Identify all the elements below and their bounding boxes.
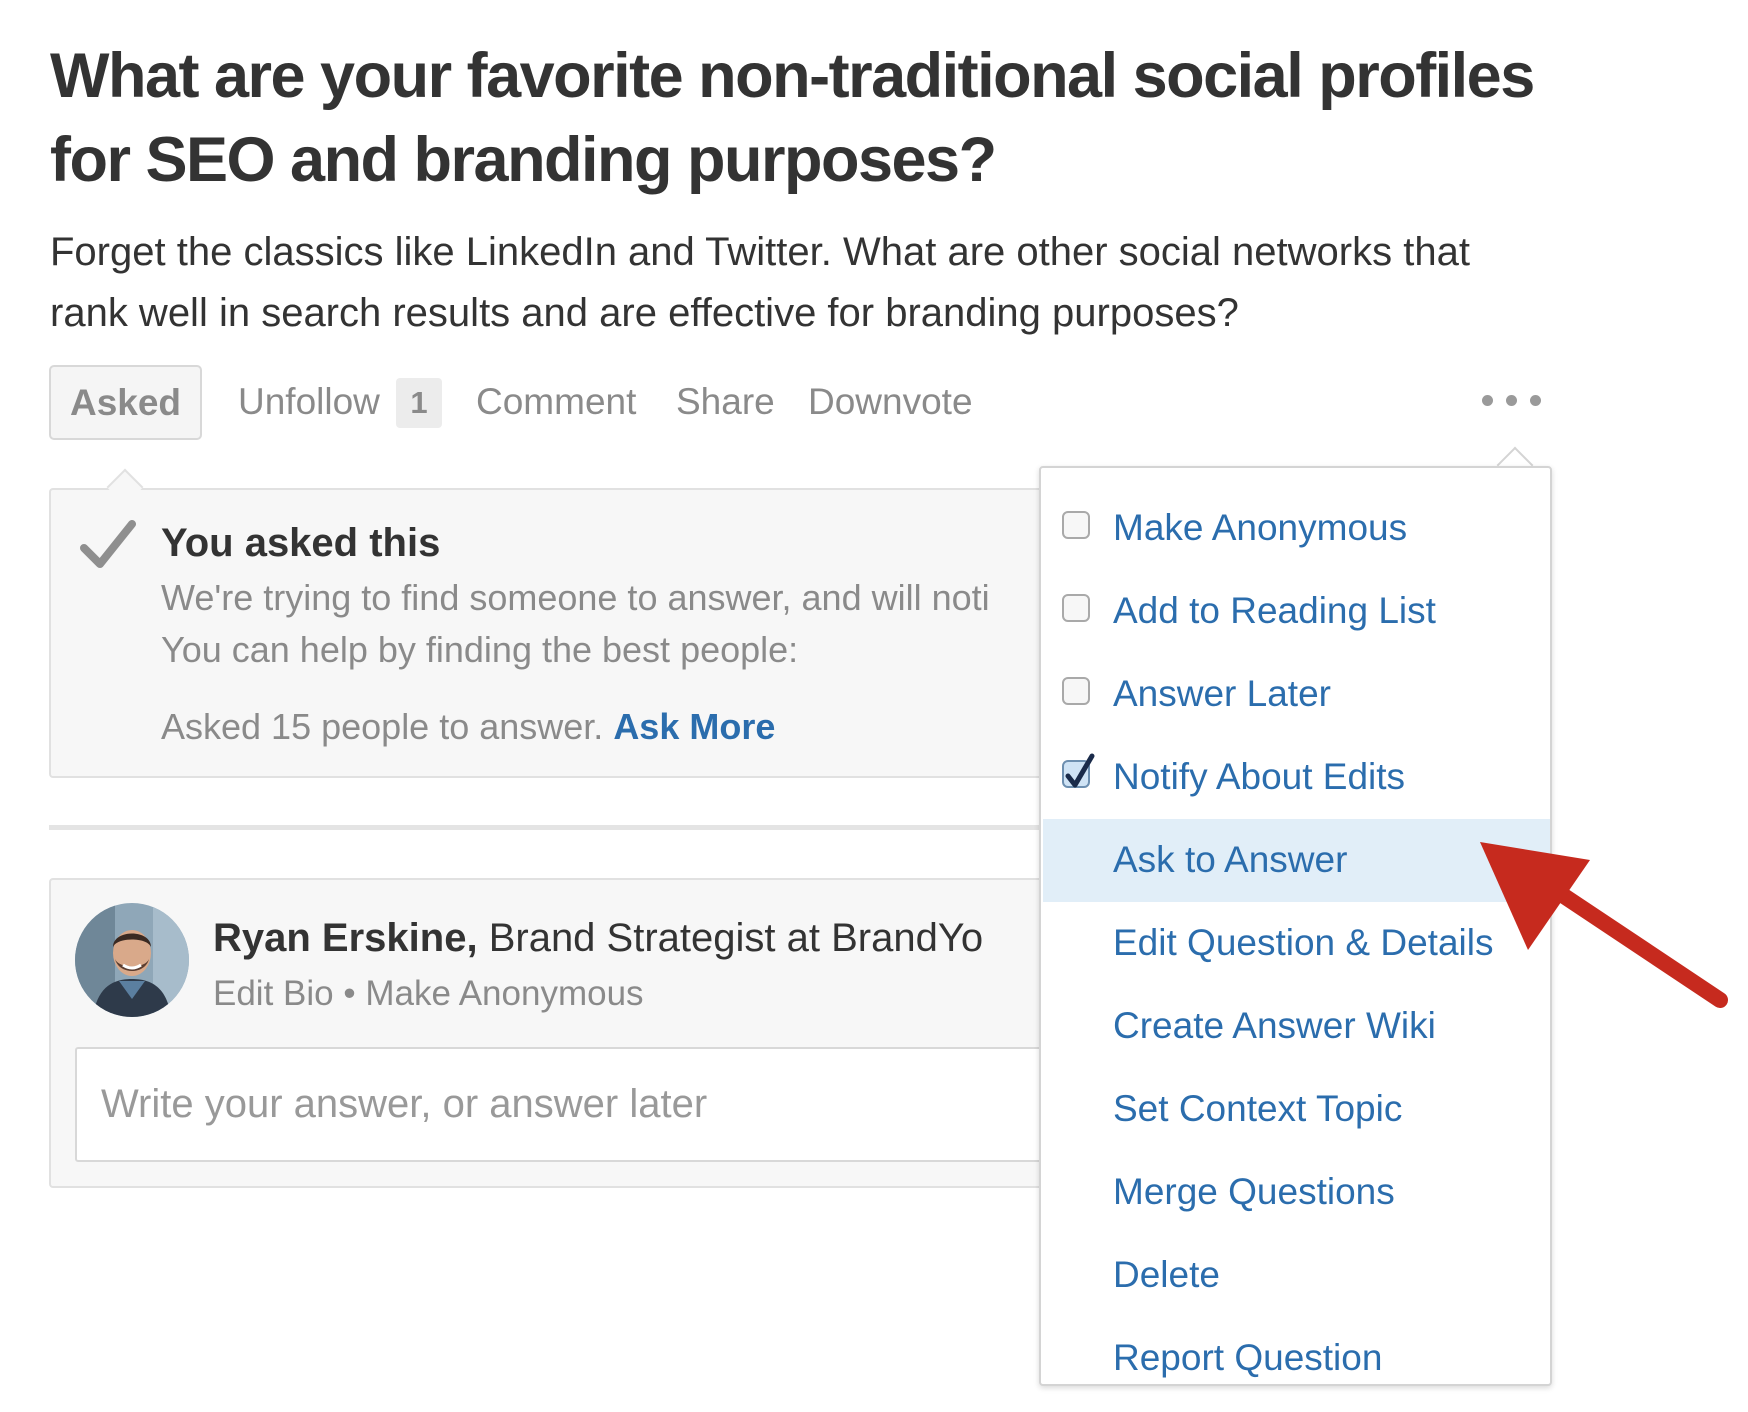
follow-count-badge: 1 [396, 378, 442, 428]
dot [1506, 395, 1517, 406]
separator: • [333, 974, 366, 1013]
asked-panel-heading: You asked this [161, 521, 441, 565]
dot [1530, 395, 1541, 406]
menu-item-merge-questions[interactable]: Merge Questions [1043, 1151, 1550, 1234]
asked-panel-help-text: You can help by finding the best people: [161, 629, 799, 670]
dot [1482, 395, 1493, 406]
answer-input[interactable] [75, 1047, 1099, 1162]
author-name[interactable]: Ryan Erskine, [213, 916, 478, 960]
divider [49, 825, 1099, 830]
checkbox-icon[interactable] [1062, 677, 1090, 705]
menu-item-label: Answer Later [1113, 673, 1331, 714]
menu-item-set-context-topic[interactable]: Set Context Topic [1043, 1068, 1550, 1151]
downvote-button[interactable]: Downvote [808, 380, 973, 424]
menu-item-report-question[interactable]: Report Question [1043, 1317, 1550, 1400]
avatar[interactable] [75, 903, 189, 1017]
menu-item-label: Notify About Edits [1113, 756, 1406, 797]
red-arrow-icon [1470, 840, 1740, 1025]
ask-more-link[interactable]: Ask More [613, 706, 775, 747]
asked-button[interactable]: Asked [49, 365, 202, 440]
author-credential: Brand Strategist at BrandYo [477, 916, 984, 960]
menu-item-label: Make Anonymous [1113, 507, 1408, 548]
menu-item-answer-later[interactable]: Answer Later [1043, 653, 1550, 736]
unfollow-button[interactable]: Unfollow [238, 380, 380, 424]
menu-item-notify-about-edits[interactable]: Notify About Edits [1043, 736, 1550, 819]
comment-button[interactable]: Comment [476, 380, 636, 424]
ellipsis-icon[interactable] [1482, 380, 1544, 420]
author-line: Ryan Erskine, Brand Strategist at BrandY… [213, 913, 983, 963]
checkmark-icon [80, 520, 136, 575]
menu-item-delete[interactable]: Delete [1043, 1234, 1550, 1317]
menu-item-label: Ask to Answer [1113, 839, 1348, 880]
menu-item-label: Delete [1113, 1254, 1220, 1295]
menu-item-label: Merge Questions [1113, 1171, 1395, 1212]
question-details: Forget the classics like LinkedIn and Tw… [50, 230, 1470, 335]
edit-bio-link[interactable]: Edit Bio [213, 974, 334, 1013]
menu-item-label: Set Context Topic [1113, 1088, 1403, 1129]
checked-checkbox-icon[interactable] [1062, 753, 1095, 788]
menu-item-make-anonymous[interactable]: Make Anonymous [1043, 487, 1550, 570]
question-title: What are your favorite non-traditional s… [50, 41, 1535, 195]
menu-item-label: Report Question [1113, 1337, 1383, 1378]
make-anonymous-link[interactable]: Make Anonymous [365, 974, 643, 1013]
asked-count-text: Asked 15 people to answer. [161, 706, 614, 747]
share-button[interactable]: Share [676, 380, 775, 424]
asked-panel-text: We're trying to find someone to answer, … [161, 577, 990, 618]
author-actions: Edit Bio • Make Anonymous [213, 972, 644, 1016]
checkbox-icon[interactable] [1062, 511, 1090, 539]
menu-item-label: Add to Reading List [1113, 590, 1436, 631]
menu-item-add-to-reading-list[interactable]: Add to Reading List [1043, 570, 1550, 653]
checkbox-icon[interactable] [1062, 594, 1090, 622]
asked-count: Asked 15 people to answer. Ask More [161, 705, 775, 749]
menu-item-label: Create Answer Wiki [1113, 1005, 1436, 1046]
menu-item-label: Edit Question & Details [1113, 922, 1494, 963]
